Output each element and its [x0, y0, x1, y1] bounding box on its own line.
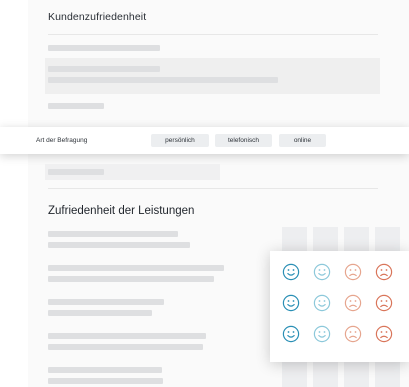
smiley-happy-icon[interactable] — [313, 263, 331, 281]
placeholder-line — [48, 242, 190, 248]
placeholder-line — [48, 265, 224, 271]
smiley-sad-icon[interactable] — [344, 325, 362, 343]
placeholder-line — [48, 66, 160, 72]
option-phone-button[interactable]: telefonisch — [215, 134, 272, 147]
placeholder-line — [48, 103, 104, 109]
placeholder-line — [48, 344, 203, 350]
survey-type-filter: Art der Befragung persönlich telefonisch… — [0, 127, 409, 154]
smiley-happy-icon[interactable] — [313, 325, 331, 343]
placeholder-line — [48, 276, 214, 282]
option-personal-button[interactable]: persönlich — [151, 134, 209, 147]
option-online-button[interactable]: online — [279, 134, 326, 147]
placeholder-line — [48, 231, 178, 237]
divider — [48, 188, 378, 189]
placeholder-line — [48, 45, 160, 51]
placeholder-line — [48, 169, 104, 175]
smiley-sad-icon[interactable] — [344, 263, 362, 281]
placeholder-line — [48, 77, 278, 83]
page-title: Kundenzufriedenheit — [48, 11, 147, 23]
placeholder-line — [48, 333, 206, 339]
placeholder-line — [48, 299, 164, 305]
smiley-sad-icon[interactable] — [375, 263, 393, 281]
smiley-happy-icon[interactable] — [282, 294, 300, 312]
smiley-happy-icon[interactable] — [282, 325, 300, 343]
smiley-happy-icon[interactable] — [313, 294, 331, 312]
smiley-sad-icon[interactable] — [375, 294, 393, 312]
smiley-sad-icon[interactable] — [344, 294, 362, 312]
smiley-sad-icon[interactable] — [375, 325, 393, 343]
placeholder-line — [48, 367, 162, 373]
divider — [48, 34, 378, 35]
section-title: Zufriedenheit der Leistungen — [48, 205, 195, 217]
survey-type-label: Art der Befragung — [36, 137, 88, 144]
satisfaction-rating-panel — [270, 251, 409, 362]
placeholder-line — [48, 310, 152, 316]
smiley-happy-icon[interactable] — [282, 263, 300, 281]
placeholder-block — [45, 58, 380, 94]
placeholder-line — [48, 378, 163, 384]
